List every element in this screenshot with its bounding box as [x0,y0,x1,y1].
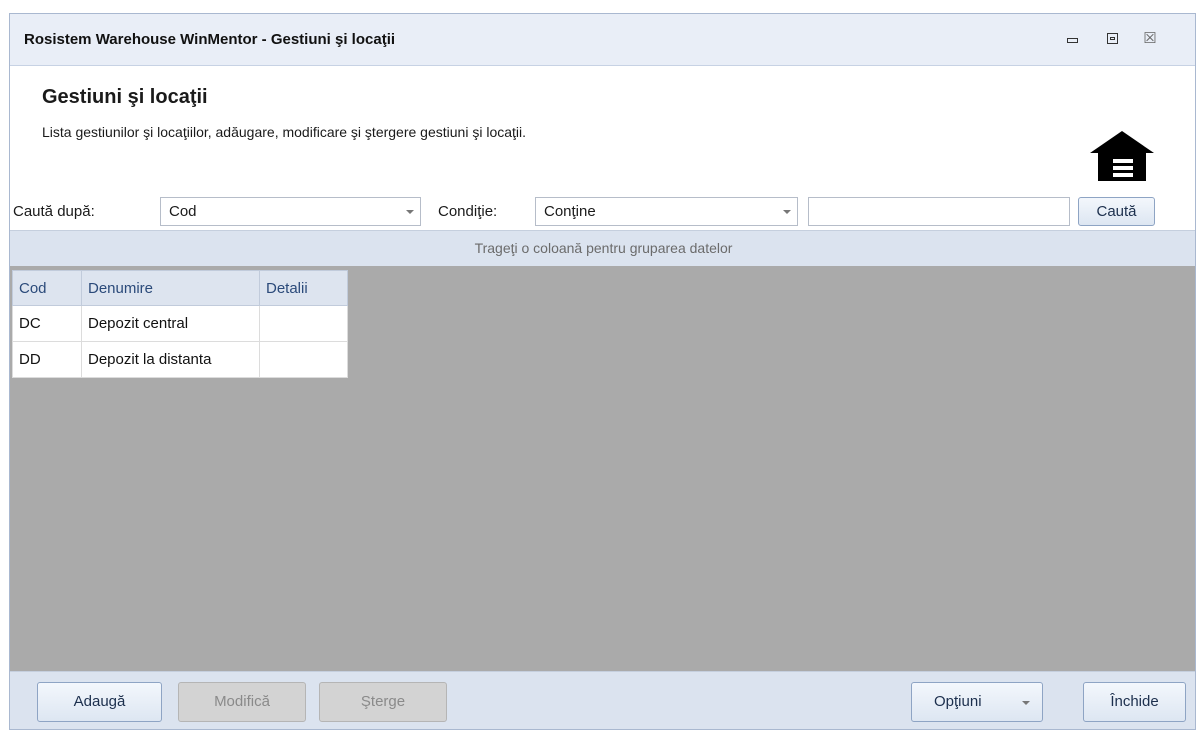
chevron-down-icon [406,210,414,214]
search-input[interactable] [808,197,1070,226]
warehouse-icon [1090,131,1154,181]
modify-button[interactable]: Modifică [178,682,306,722]
search-field-value: Cod [169,203,197,220]
options-label: Opţiuni [934,693,982,710]
search-field-select[interactable]: Cod [160,197,421,226]
close-button[interactable]: Închide [1083,682,1186,722]
locations-table: Cod Denumire Detalii DC Depozit central … [12,270,348,378]
condition-label: Condiţie: [438,203,498,220]
column-header-detalii[interactable]: Detalii [259,270,348,306]
page-title: Gestiuni şi locaţii [42,86,208,108]
main-window: Rosistem Warehouse WinMentor - Gestiuni … [9,13,1196,730]
search-by-label: Caută după: [13,203,95,220]
maximize-button[interactable] [1103,30,1123,48]
close-window-button[interactable]: ☒ [1140,30,1160,48]
column-header-cod[interactable]: Cod [12,270,82,306]
cell-detalii[interactable] [259,305,348,342]
cell-denumire[interactable]: Depozit central [81,305,260,342]
data-grid: Cod Denumire Detalii DC Depozit central … [10,266,1195,671]
table-row[interactable]: DC Depozit central [12,305,348,342]
condition-select[interactable]: Conţine [535,197,798,226]
minimize-button[interactable] [1063,30,1083,48]
search-button[interactable]: Caută [1078,197,1155,226]
delete-button[interactable]: Şterge [319,682,447,722]
chevron-down-icon [1022,701,1030,705]
page-description: Lista gestiunilor şi locaţiilor, adăugar… [42,124,527,140]
table-header-row: Cod Denumire Detalii [12,270,348,306]
column-header-denumire[interactable]: Denumire [81,270,260,306]
add-button[interactable]: Adaugă [37,682,162,722]
chevron-down-icon [783,210,791,214]
options-button[interactable]: Opţiuni [911,682,1043,722]
group-by-panel[interactable]: Trageţi o coloană pentru gruparea datelo… [10,230,1195,266]
title-bar: Rosistem Warehouse WinMentor - Gestiuni … [10,14,1195,66]
cell-denumire[interactable]: Depozit la distanta [81,341,260,378]
table-row[interactable]: DD Depozit la distanta [12,341,348,378]
condition-value: Conţine [544,203,596,220]
cell-detalii[interactable] [259,341,348,378]
window-title: Rosistem Warehouse WinMentor - Gestiuni … [24,31,396,48]
cell-cod[interactable]: DD [12,341,82,378]
cell-cod[interactable]: DC [12,305,82,342]
